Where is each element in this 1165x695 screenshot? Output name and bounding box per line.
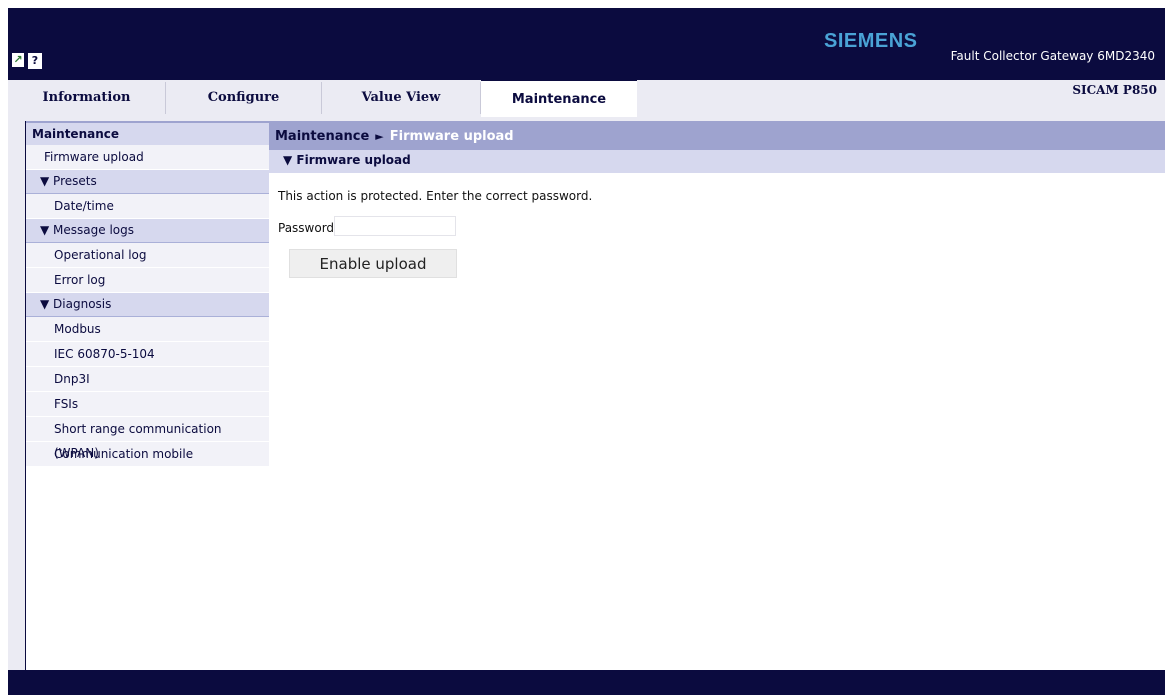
sidebar-group-message-logs[interactable]: ▼ Message logs — [26, 219, 269, 243]
sidebar-item-modbus[interactable]: Modbus — [26, 317, 269, 342]
siemens-logo: SIEMENS — [824, 30, 918, 52]
section-firmware-upload[interactable]: ▼ Firmware upload — [269, 150, 1165, 173]
breadcrumb-current: Firmware upload — [389, 129, 514, 144]
sidebar-item-communication-mobile[interactable]: Communication mobile — [26, 442, 269, 467]
tab-maintenance[interactable]: Maintenance — [481, 80, 637, 117]
tab-configure[interactable]: Configure — [166, 82, 322, 114]
sidebar-item-dnp3i[interactable]: Dnp3I — [26, 367, 269, 392]
sidebar: Maintenance Firmware upload ▼ Presets Da… — [25, 121, 270, 687]
sidebar-item-wpan[interactable]: Short range communication (WPAN) — [26, 417, 269, 460]
sidebar-group-diagnosis[interactable]: ▼ Diagnosis — [26, 293, 269, 317]
main-content: Maintenance ► Firmware upload ▼ Firmware u… — [269, 121, 1165, 670]
sidebar-item-error-log[interactable]: Error log — [26, 268, 269, 293]
header-bar: ↗ ? SIEMENS Fault Collector Gateway 6MD2… — [8, 8, 1165, 80]
product-name: Fault Collector Gateway 6MD2340 — [950, 49, 1155, 63]
sidebar-item-operational-log[interactable]: Operational log — [26, 243, 269, 268]
sidebar-empty-area — [26, 467, 269, 687]
sidebar-group-presets[interactable]: ▼ Presets — [26, 170, 269, 194]
protection-message: This action is protected. Enter the corr… — [278, 189, 593, 203]
sidebar-title: Maintenance — [26, 121, 269, 145]
sidebar-item-date-time[interactable]: Date/time — [26, 194, 269, 219]
header-icons: ↗ ? — [12, 53, 42, 69]
device-label: SICAM P850 — [1072, 83, 1157, 97]
tab-information[interactable]: Information — [8, 82, 166, 114]
sidebar-item-fsis[interactable]: FSIs — [26, 392, 269, 417]
breadcrumb: Maintenance ► Firmware upload — [269, 121, 1165, 150]
sidebar-item-iec-60870[interactable]: IEC 60870-5-104 — [26, 342, 269, 367]
tab-bar: Information Configure Value View Mainten… — [8, 80, 1165, 121]
password-label: Password — [278, 221, 335, 235]
breadcrumb-arrow-icon: ► — [375, 130, 384, 143]
enable-upload-button[interactable]: Enable upload — [289, 249, 457, 278]
breadcrumb-root[interactable]: Maintenance — [275, 129, 369, 144]
footer-bar — [8, 670, 1165, 695]
help-icon[interactable]: ? — [28, 53, 42, 69]
tab-value-view[interactable]: Value View — [322, 82, 481, 114]
left-margin-stripe — [8, 121, 25, 670]
sidebar-item-firmware-upload[interactable]: Firmware upload — [26, 145, 269, 170]
exit-icon[interactable]: ↗ — [12, 53, 24, 67]
password-input[interactable] — [334, 216, 456, 236]
